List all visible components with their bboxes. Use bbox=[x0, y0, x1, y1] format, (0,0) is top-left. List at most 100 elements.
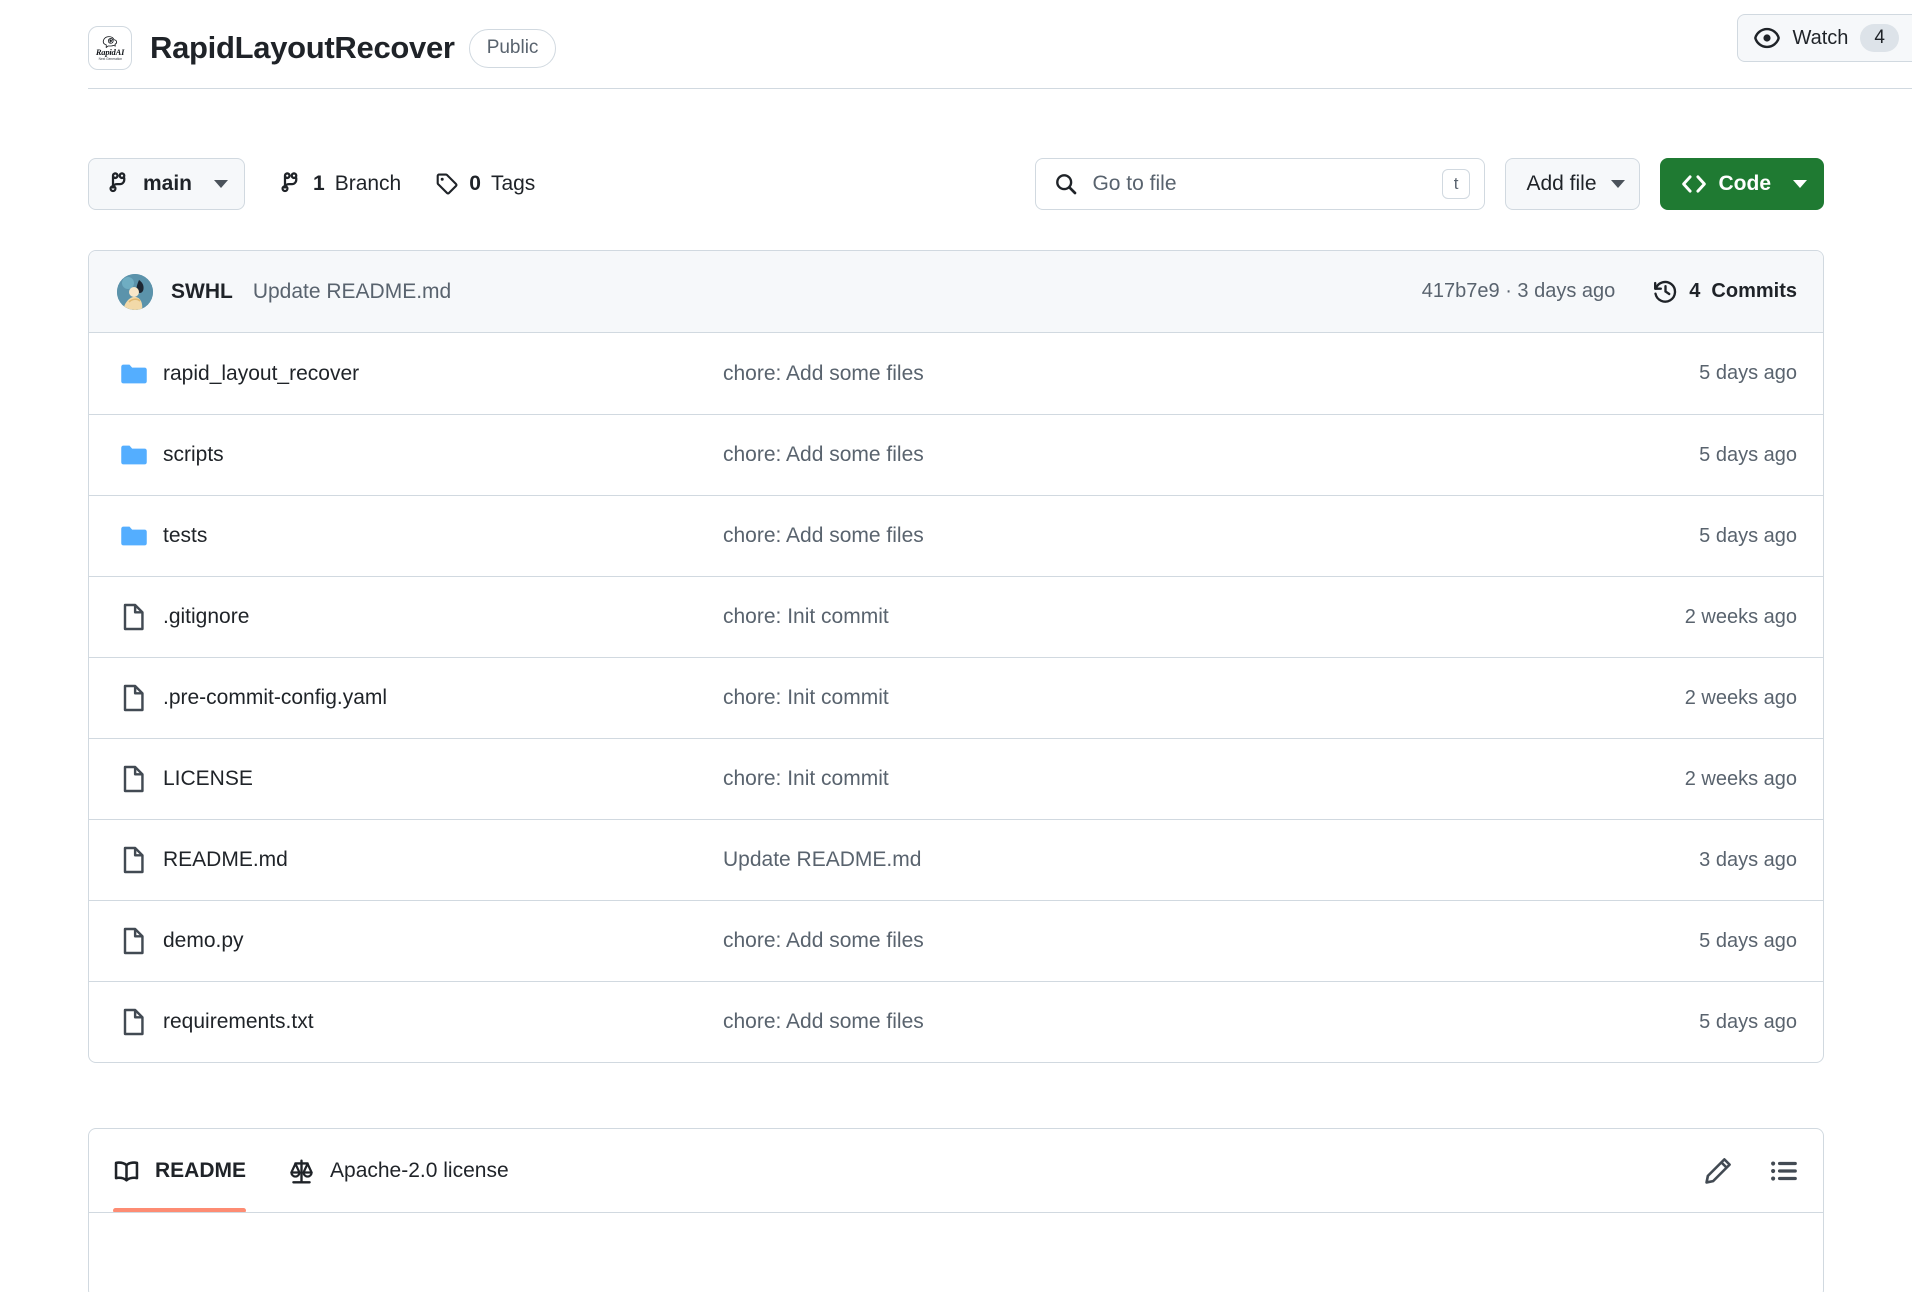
tag-count: 0 bbox=[469, 172, 481, 196]
table-row[interactable]: README.mdUpdate README.md3 days ago bbox=[89, 819, 1823, 900]
commit-history-link[interactable]: 4 Commits bbox=[1653, 279, 1797, 304]
folder-icon bbox=[119, 521, 149, 551]
pencil-icon bbox=[1703, 1156, 1733, 1186]
branch-name: main bbox=[143, 172, 192, 196]
file-icon bbox=[119, 1007, 149, 1037]
logo-brand-text: RapidAI bbox=[96, 48, 124, 57]
file-icon bbox=[119, 1007, 149, 1037]
file-icon bbox=[119, 926, 149, 956]
file-commit-message[interactable]: chore: Add some files bbox=[723, 1010, 1699, 1034]
folder-icon bbox=[119, 521, 149, 551]
header-divider bbox=[88, 88, 1912, 89]
watch-label: Watch bbox=[1792, 27, 1848, 50]
file-commit-message[interactable]: Update README.md bbox=[723, 848, 1699, 872]
readme-tab-divider bbox=[89, 1212, 1823, 1213]
file-icon bbox=[119, 845, 149, 875]
code-label: Code bbox=[1719, 172, 1772, 196]
go-to-file-search[interactable]: Go to file t bbox=[1035, 158, 1485, 210]
file-name[interactable]: scripts bbox=[163, 443, 723, 467]
folder-icon bbox=[119, 440, 149, 470]
file-name[interactable]: .pre-commit-config.yaml bbox=[163, 686, 723, 710]
tag-count-link[interactable]: 0 Tags bbox=[435, 172, 535, 196]
tag-icon bbox=[435, 172, 459, 196]
file-commit-age: 2 weeks ago bbox=[1685, 606, 1797, 629]
file-icon bbox=[119, 926, 149, 956]
file-name[interactable]: README.md bbox=[163, 848, 723, 872]
commit-sha-and-time[interactable]: 417b7e9 · 3 days ago bbox=[1422, 280, 1616, 303]
eye-icon bbox=[1754, 25, 1780, 51]
watch-button[interactable]: Watch 4 bbox=[1737, 14, 1912, 62]
folder-icon bbox=[119, 359, 149, 389]
table-row[interactable]: rapid_layout_recoverchore: Add some file… bbox=[89, 333, 1823, 414]
file-commit-message[interactable]: chore: Add some files bbox=[723, 929, 1699, 953]
commit-meta: 417b7e9 · 3 days ago 4 Commits bbox=[1422, 279, 1797, 304]
file-commit-message[interactable]: chore: Add some files bbox=[723, 524, 1699, 548]
folder-icon bbox=[119, 440, 149, 470]
commits-count: 4 bbox=[1689, 280, 1700, 303]
chevron-down-icon bbox=[1611, 180, 1625, 188]
watch-button-group: Watch 4 bbox=[1737, 14, 1912, 62]
file-commit-message[interactable]: chore: Init commit bbox=[723, 605, 1685, 629]
search-icon bbox=[1054, 172, 1078, 196]
file-commit-age: 5 days ago bbox=[1699, 1011, 1797, 1034]
repository-name[interactable]: RapidLayoutRecover bbox=[150, 30, 455, 66]
repository-toolbar: main 1 Branch 0 Tags Go to bbox=[88, 158, 1824, 210]
code-button[interactable]: Code bbox=[1660, 158, 1825, 210]
file-name[interactable]: requirements.txt bbox=[163, 1010, 723, 1034]
branch-icon bbox=[279, 172, 303, 196]
table-row[interactable]: testschore: Add some files5 days ago bbox=[89, 495, 1823, 576]
readme-action-group bbox=[1703, 1156, 1799, 1186]
file-commit-age: 2 weeks ago bbox=[1685, 768, 1797, 791]
avatar[interactable] bbox=[117, 274, 153, 310]
table-row[interactable]: demo.pychore: Add some files5 days ago bbox=[89, 900, 1823, 981]
tab-readme[interactable]: README bbox=[113, 1129, 246, 1213]
add-file-button[interactable]: Add file bbox=[1505, 158, 1639, 210]
book-icon bbox=[113, 1158, 140, 1185]
file-commit-message[interactable]: chore: Init commit bbox=[723, 767, 1685, 791]
table-row[interactable]: requirements.txtchore: Add some files5 d… bbox=[89, 981, 1823, 1062]
watch-count: 4 bbox=[1860, 24, 1899, 52]
branch-count: 1 bbox=[313, 172, 325, 196]
avatar-image bbox=[117, 274, 153, 310]
file-name[interactable]: demo.py bbox=[163, 929, 723, 953]
chevron-down-icon bbox=[1793, 180, 1807, 188]
table-row[interactable]: LICENSEchore: Init commit2 weeks ago bbox=[89, 738, 1823, 819]
branch-selector-button[interactable]: main bbox=[88, 158, 245, 210]
commit-author[interactable]: SWHL bbox=[171, 280, 233, 304]
commit-message[interactable]: Update README.md bbox=[253, 280, 451, 304]
file-commit-age: 5 days ago bbox=[1699, 444, 1797, 467]
tag-count-label: Tags bbox=[491, 172, 535, 196]
file-commit-message[interactable]: chore: Init commit bbox=[723, 686, 1685, 710]
table-row[interactable]: scriptschore: Add some files5 days ago bbox=[89, 414, 1823, 495]
search-placeholder: Go to file bbox=[1092, 172, 1441, 196]
outline-list-button[interactable] bbox=[1769, 1156, 1799, 1186]
readme-tab-bar: README Apache-2.0 license bbox=[89, 1129, 1823, 1213]
readme-panel: README Apache-2.0 license bbox=[88, 1128, 1824, 1292]
folder-icon bbox=[119, 359, 149, 389]
logo-sub-text: Next Generation bbox=[98, 57, 121, 62]
file-commit-age: 5 days ago bbox=[1699, 362, 1797, 385]
file-commit-message[interactable]: chore: Add some files bbox=[723, 362, 1699, 386]
file-commit-age: 5 days ago bbox=[1699, 525, 1797, 548]
tab-license[interactable]: Apache-2.0 license bbox=[288, 1129, 509, 1213]
add-file-label: Add file bbox=[1526, 172, 1596, 196]
file-icon bbox=[119, 683, 149, 713]
table-row[interactable]: .gitignorechore: Init commit2 weeks ago bbox=[89, 576, 1823, 657]
file-name[interactable]: LICENSE bbox=[163, 767, 723, 791]
toolbar-right-group: Go to file t Add file Code bbox=[1035, 158, 1824, 210]
branch-count-link[interactable]: 1 Branch bbox=[279, 172, 401, 196]
repository-avatar: RapidAI Next Generation bbox=[88, 26, 132, 70]
file-icon bbox=[119, 683, 149, 713]
table-row[interactable]: .pre-commit-config.yamlchore: Init commi… bbox=[89, 657, 1823, 738]
code-brackets-icon bbox=[1681, 171, 1707, 197]
file-name[interactable]: rapid_layout_recover bbox=[163, 362, 723, 386]
tab-license-label: Apache-2.0 license bbox=[330, 1159, 509, 1183]
search-shortcut-key: t bbox=[1442, 169, 1471, 199]
file-icon bbox=[119, 845, 149, 875]
file-commit-age: 5 days ago bbox=[1699, 930, 1797, 953]
file-name[interactable]: .gitignore bbox=[163, 605, 723, 629]
file-commit-message[interactable]: chore: Add some files bbox=[723, 443, 1699, 467]
file-icon bbox=[119, 764, 149, 794]
file-name[interactable]: tests bbox=[163, 524, 723, 548]
edit-readme-button[interactable] bbox=[1703, 1156, 1733, 1186]
